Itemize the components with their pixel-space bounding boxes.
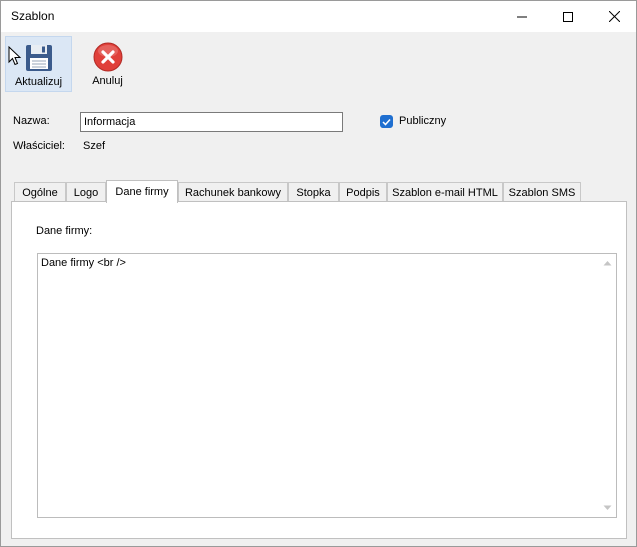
red-x-circle-icon <box>93 42 122 72</box>
minimize-button[interactable] <box>499 1 545 32</box>
tab-email-html-template[interactable]: Szablon e-mail HTML <box>387 182 503 202</box>
tab-signature[interactable]: Podpis <box>339 182 387 202</box>
toolbar: Aktualizuj Anuluj <box>1 32 636 94</box>
tab-company-data[interactable]: Dane firmy <box>106 180 178 203</box>
public-checkbox[interactable] <box>380 115 393 128</box>
public-checkbox-label[interactable]: Publiczny <box>399 115 446 127</box>
minimize-icon <box>517 16 527 17</box>
scroll-down-icon[interactable] <box>603 505 612 511</box>
name-input[interactable]: Informacja <box>80 112 343 132</box>
name-input-value: Informacja <box>84 116 136 128</box>
maximize-icon <box>563 11 573 22</box>
window-title: Szablon <box>11 9 55 23</box>
textarea-scrollbar[interactable] <box>599 254 616 517</box>
floppy-disk-icon <box>25 45 52 71</box>
owner-label: Właściciel: <box>13 140 65 152</box>
checkmark-icon <box>382 118 391 126</box>
title-bar[interactable]: Szablon <box>1 1 636 32</box>
tab-general[interactable]: Ogólne <box>14 182 66 202</box>
cancel-button[interactable]: Anuluj <box>74 36 141 92</box>
tab-sms-template[interactable]: Szablon SMS <box>503 182 581 202</box>
close-icon <box>608 11 620 22</box>
company-data-text: Dane firmy <br /> <box>41 257 126 269</box>
company-data-label: Dane firmy: <box>36 225 93 237</box>
template-window: Szablon Aktualizuj Anuluj Nazwa: Informa… <box>0 0 637 547</box>
scroll-up-icon[interactable] <box>603 260 612 266</box>
mouse-cursor-icon <box>8 46 22 66</box>
maximize-button[interactable] <box>545 1 591 32</box>
tab-footer[interactable]: Stopka <box>288 182 339 202</box>
update-button-label: Aktualizuj <box>14 76 63 88</box>
tab-bank-account[interactable]: Rachunek bankowy <box>178 182 288 202</box>
tab-logo[interactable]: Logo <box>66 182 106 202</box>
name-label: Nazwa: <box>13 115 50 127</box>
cancel-button-label: Anuluj <box>92 75 123 87</box>
company-data-textarea[interactable]: Dane firmy <br /> <box>37 253 617 518</box>
close-button[interactable] <box>591 1 637 32</box>
tab-panel-company-data: Dane firmy: Dane firmy <br /> <box>11 201 627 539</box>
owner-value: Szef <box>83 140 106 152</box>
